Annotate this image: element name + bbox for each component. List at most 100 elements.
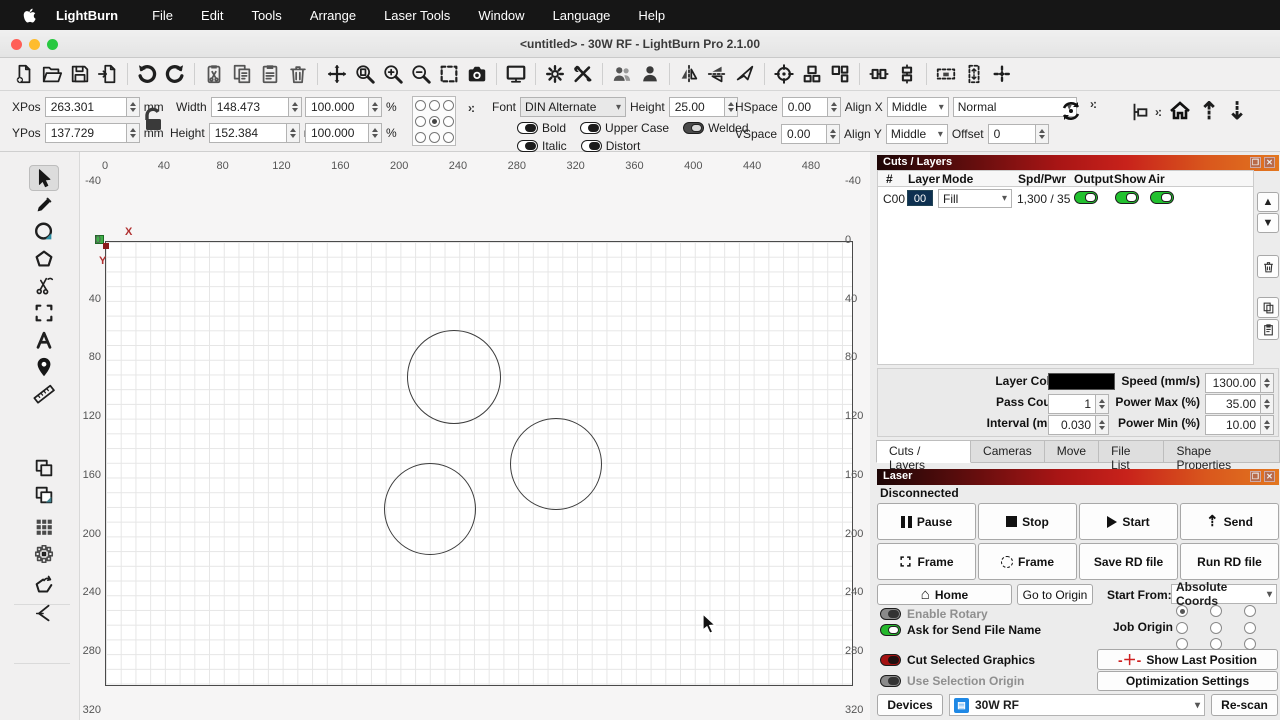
- anchor-point-3[interactable]: [415, 116, 426, 127]
- settings-gear-icon[interactable]: [541, 60, 569, 88]
- job-origin-radio-0-0[interactable]: [1176, 605, 1188, 617]
- distribute-v-icon[interactable]: [893, 60, 921, 88]
- canvas-circle-2[interactable]: [510, 418, 602, 510]
- shape-arrow-tool[interactable]: [29, 573, 59, 599]
- zoom-in-icon[interactable]: [379, 60, 407, 88]
- job-origin-radio-0-1[interactable]: [1210, 605, 1222, 617]
- canvas-circle-3[interactable]: [384, 463, 476, 555]
- layer-color-swatch[interactable]: [1048, 373, 1115, 390]
- home-button[interactable]: ⌂Home: [877, 584, 1012, 605]
- start-button[interactable]: Start: [1079, 503, 1178, 540]
- laser-header[interactable]: Laser ❐✕: [877, 469, 1279, 485]
- device-select[interactable]: ▤30W RF▾: [949, 694, 1205, 716]
- toggle-italic[interactable]: Italic: [517, 139, 567, 153]
- send-button[interactable]: ⇡Send: [1180, 503, 1279, 540]
- camera-capture-icon[interactable]: [463, 60, 491, 88]
- close-laser-icon[interactable]: ✕: [1264, 471, 1275, 482]
- close-panel-icon[interactable]: ✕: [1264, 157, 1275, 168]
- canvas-circle-1[interactable]: [407, 330, 501, 424]
- zoom-page-icon[interactable]: [351, 60, 379, 88]
- job-origin-radio-2-0[interactable]: [1176, 638, 1188, 650]
- pan-icon[interactable]: [323, 60, 351, 88]
- run-rd-file-button[interactable]: Run RD file: [1180, 543, 1279, 580]
- tab-shape-properties[interactable]: Shape Properties: [1164, 440, 1280, 463]
- layer-row[interactable]: C0000Fill▾1,300 / 35: [878, 187, 1253, 211]
- start-from-select[interactable]: Absolute Coords▾: [1171, 584, 1277, 604]
- layer-delete-button[interactable]: [1257, 255, 1279, 278]
- cut-selected-toggle[interactable]: Cut Selected Graphics: [880, 653, 1035, 667]
- layer-list[interactable]: C0000Fill▾1,300 / 35: [877, 187, 1254, 365]
- float-panel-icon[interactable]: ❐: [1250, 157, 1261, 168]
- save-rd-file-button[interactable]: Save RD file: [1079, 543, 1178, 580]
- anchor-point-6[interactable]: [415, 132, 426, 143]
- anchor-point-0[interactable]: [415, 100, 426, 111]
- device-tools-icon[interactable]: [569, 60, 597, 88]
- measure-tool[interactable]: [29, 381, 59, 407]
- layer-color-chip[interactable]: 00: [907, 190, 933, 206]
- move-down-machine-button[interactable]: ⇣: [1227, 97, 1247, 126]
- menu-item-file[interactable]: File: [138, 8, 187, 23]
- job-origin-radio-2-2[interactable]: [1244, 638, 1256, 650]
- dock-h-icon[interactable]: [932, 60, 960, 88]
- ask-send-file-toggle[interactable]: Ask for Send File Name: [880, 623, 1041, 637]
- font-select[interactable]: DIN Alternate▾: [520, 97, 626, 117]
- expander-chevron-2[interactable]: ›:: [1090, 97, 1096, 111]
- interval-field[interactable]: 0.030: [1048, 415, 1109, 435]
- align-side-icon[interactable]: [826, 60, 854, 88]
- anchor-point-1[interactable]: [429, 100, 440, 111]
- frame-selection-icon[interactable]: [435, 60, 463, 88]
- frame-button[interactable]: Frame: [877, 543, 976, 580]
- menu-item-laser-tools[interactable]: Laser Tools: [370, 8, 464, 23]
- expander-chevron-3[interactable]: ›:: [1155, 105, 1161, 119]
- tab-file-list[interactable]: File List: [1099, 440, 1164, 463]
- expander-chevron[interactable]: ›:: [468, 101, 474, 115]
- move-cross-icon[interactable]: [988, 60, 1016, 88]
- text-tool[interactable]: [29, 327, 59, 353]
- import-file-icon[interactable]: [94, 60, 122, 88]
- devices-button[interactable]: Devices: [877, 694, 943, 716]
- enable-rotary-toggle[interactable]: Enable Rotary: [880, 607, 988, 621]
- select-tool[interactable]: [29, 165, 59, 191]
- circular-array-tool[interactable]: [29, 541, 59, 567]
- delete-icon[interactable]: [284, 60, 312, 88]
- stop-button[interactable]: Stop: [978, 503, 1077, 540]
- boolean-difference-tool[interactable]: [29, 482, 59, 508]
- toggle-upper-case[interactable]: Upper Case: [580, 121, 669, 135]
- anchor-point-grid[interactable]: [412, 96, 456, 146]
- cuts-layers-header[interactable]: Cuts / Layers ❐✕: [877, 155, 1279, 171]
- open-file-icon[interactable]: [38, 60, 66, 88]
- preview-monitor-icon[interactable]: [502, 60, 530, 88]
- anchor-point-8[interactable]: [443, 132, 454, 143]
- layer-mode-select[interactable]: Fill▾: [938, 189, 1012, 208]
- menu-item-help[interactable]: Help: [624, 8, 679, 23]
- toggle-distort[interactable]: Distort: [581, 139, 641, 153]
- height-percent-field[interactable]: 100.000: [305, 123, 382, 143]
- variable-text-refresh-button[interactable]: [1058, 99, 1084, 123]
- menu-app-name[interactable]: LightBurn: [56, 8, 132, 23]
- offset-shapes-tool[interactable]: [29, 418, 59, 444]
- new-file-icon[interactable]: [10, 60, 38, 88]
- ypos-field[interactable]: 137.729: [45, 123, 140, 143]
- job-origin-radio-1-1[interactable]: [1210, 622, 1222, 634]
- menu-item-edit[interactable]: Edit: [187, 8, 237, 23]
- home-machine-button[interactable]: [1168, 99, 1192, 123]
- optimization-settings-button[interactable]: Optimization Settings: [1097, 671, 1278, 691]
- art-library-icon[interactable]: [636, 60, 664, 88]
- undo-icon[interactable]: [133, 60, 161, 88]
- work-area-grid[interactable]: [105, 241, 853, 686]
- float-laser-icon[interactable]: ❐: [1250, 471, 1261, 482]
- power-min-field[interactable]: 10.00: [1205, 415, 1274, 435]
- toggle-bold[interactable]: Bold: [517, 121, 566, 135]
- mirror-horizontal-icon[interactable]: [675, 60, 703, 88]
- anchor-point-4[interactable]: [429, 116, 440, 127]
- width-field[interactable]: 148.473: [211, 97, 302, 117]
- align-top-icon[interactable]: [798, 60, 826, 88]
- layer-paste-button[interactable]: [1257, 319, 1279, 340]
- node-arrow-tool[interactable]: [29, 600, 59, 626]
- vspace-field[interactable]: 0.00: [781, 124, 840, 144]
- tab-move[interactable]: Move: [1045, 440, 1099, 463]
- menu-item-arrange[interactable]: Arrange: [296, 8, 370, 23]
- power-max-field[interactable]: 35.00: [1205, 394, 1274, 414]
- dock-v-icon[interactable]: [960, 60, 988, 88]
- mirror-vertical-icon[interactable]: [703, 60, 731, 88]
